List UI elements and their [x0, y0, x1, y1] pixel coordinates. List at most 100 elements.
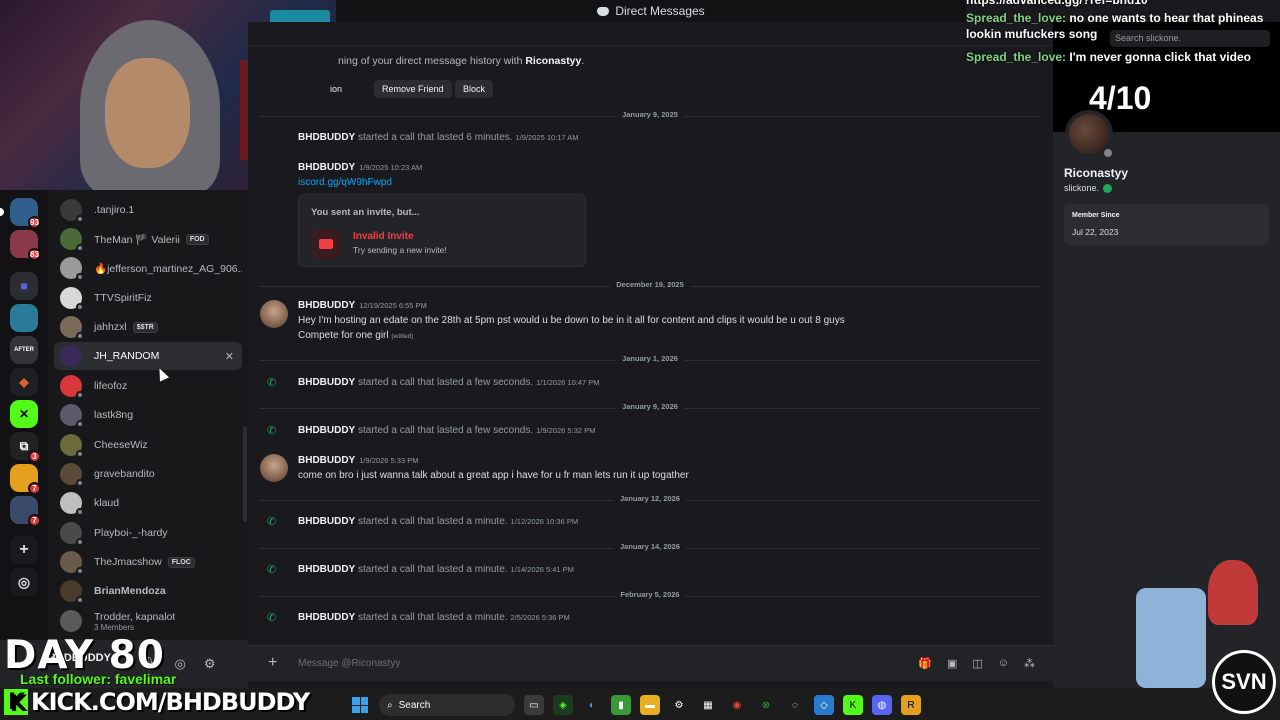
avatar — [60, 580, 84, 604]
taskbar-search[interactable]: ⌕ Search — [379, 694, 515, 716]
add-server-icon[interactable]: + — [10, 536, 38, 564]
dm-item[interactable]: lifeofoz — [54, 372, 242, 400]
mention-badge: 3 — [28, 450, 41, 463]
author-avatar[interactable] — [260, 454, 288, 482]
settings-icon[interactable]: ⚙ — [669, 695, 689, 715]
dm-scrollbar[interactable] — [243, 426, 247, 522]
date-divider: February 5, 2026 — [260, 590, 1040, 602]
server-rail: 93 83 ■ AFTER ◆ ✕ ⧉ 3 7 7 + ◎ — [0, 190, 48, 640]
profile-avatar[interactable] — [1065, 110, 1115, 160]
xbox-icon[interactable]: ⊗ — [756, 695, 776, 715]
avatar — [60, 404, 84, 428]
kick-logo-icon: K — [4, 689, 28, 715]
dm-name: JH_RANDOM — [94, 350, 160, 362]
rockstar-icon[interactable]: R — [901, 695, 921, 715]
dm-name: lifeofoz — [94, 380, 128, 392]
clan-tag: FOD — [185, 233, 209, 245]
add-friend-button[interactable]: ion — [328, 80, 344, 98]
dm-item-active[interactable]: JH_RANDOM ✕ — [54, 342, 242, 370]
remove-friend-button[interactable]: Remove Friend — [374, 80, 452, 98]
mention-badge: 7 — [28, 482, 41, 495]
app-icon[interactable]: ▮ — [611, 695, 631, 715]
server-folder-1[interactable]: 93 — [10, 198, 41, 229]
server-8[interactable]: ⧉ 3 — [10, 432, 41, 463]
dm-item[interactable]: TheMan 🏴 Valerii FOD — [54, 225, 242, 253]
dm-item[interactable]: CheeseWiz — [54, 431, 242, 459]
dm-item[interactable]: TTVSpiritFiz — [54, 284, 242, 312]
dm-item[interactable]: TheJmacshow FLOC — [54, 548, 242, 576]
profile-display-name: Riconastyy — [1064, 166, 1129, 180]
app-icon[interactable]: ◈ — [553, 695, 573, 715]
chrome-icon[interactable]: ◉ — [727, 695, 747, 715]
dm-item[interactable]: BrianMendoza — [54, 577, 242, 605]
avatar — [60, 199, 84, 223]
server-6[interactable]: ◆ — [10, 368, 38, 396]
invalid-invite-icon — [311, 229, 341, 259]
server-blue-icon[interactable]: ■ — [10, 272, 38, 300]
kick-icon[interactable]: K — [843, 695, 863, 715]
dm-item[interactable]: Playboi-_-hardy — [54, 519, 242, 547]
server-folder-2[interactable]: 83 — [10, 230, 41, 261]
call-message: BHDBUDDY started a call that lasted a fe… — [298, 377, 600, 388]
group-dm-item[interactable]: Trodder, kapnalot 3 Members — [54, 607, 242, 635]
server-9[interactable]: 7 — [10, 464, 41, 495]
kick-url: K KICK.COM/BHDBUDDY — [4, 688, 310, 716]
message-composer[interactable]: + Message @Riconastyy 🎁 ▣ ◫ ☺ ⁂ — [248, 645, 1053, 681]
dm-item[interactable]: gravebandito — [54, 460, 242, 488]
emoji-icon[interactable]: ☺ — [998, 657, 1009, 670]
date-divider: January 14, 2026 — [260, 542, 1040, 554]
dm-name: CheeseWiz — [94, 439, 148, 451]
windows-start-icon[interactable] — [350, 695, 370, 715]
profile-username: slickone. — [1064, 183, 1113, 193]
apps-icon[interactable]: ⁂ — [1024, 657, 1035, 670]
dm-name: jahhzxl — [94, 321, 127, 333]
attach-plus-icon[interactable]: + — [268, 654, 277, 672]
date-divider: January 9, 2025 — [260, 110, 1040, 122]
server-kick[interactable]: ✕ — [10, 400, 38, 428]
author-avatar[interactable] — [260, 300, 288, 328]
steam-icon[interactable]: ◌ — [785, 695, 805, 715]
server-folder-3[interactable]: 7 — [10, 496, 41, 527]
dm-item[interactable]: lastk8ng — [54, 401, 242, 429]
app-icon[interactable]: ◇ — [814, 695, 834, 715]
group-avatar — [60, 610, 82, 632]
edge-icon[interactable]: ◐ — [582, 695, 602, 715]
search-icon: ⌕ — [387, 699, 393, 711]
message: BHDBUDDY 1/9/2026 5:33 PM come on bro i j… — [298, 455, 689, 481]
settings-gear-icon[interactable]: ⚙ — [204, 656, 216, 672]
gif-icon[interactable]: ▣ — [947, 657, 957, 670]
member-since-card: Member Since Jul 22, 2023 — [1064, 204, 1269, 245]
server-4[interactable] — [10, 304, 38, 332]
dm-item[interactable]: jahhzxl $$TR — [54, 313, 242, 341]
window-titlebar: Direct Messages — [336, 0, 966, 22]
discord-taskbar-icon[interactable]: ◍ — [872, 695, 892, 715]
mention-badge: 7 — [28, 514, 41, 527]
dm-name: TTVSpiritFiz — [94, 292, 152, 304]
sticker-icon[interactable]: ◫ — [972, 657, 982, 670]
invite-link[interactable]: iscord.gg/qW9hFwpd — [298, 177, 392, 188]
file-explorer-icon[interactable]: ▬ — [640, 695, 660, 715]
close-dm-icon[interactable]: ✕ — [225, 350, 234, 363]
dm-name: gravebandito — [94, 468, 155, 480]
task-view-icon[interactable]: ▭ — [524, 695, 544, 715]
server-5[interactable]: AFTER — [10, 336, 38, 364]
dm-name: klaud — [94, 497, 120, 509]
call-icon: ✆ — [267, 425, 277, 437]
chopper-sticker — [1208, 560, 1258, 625]
block-button[interactable]: Block — [455, 80, 494, 98]
message-input[interactable]: Message @Riconastyy — [298, 658, 400, 669]
search-input[interactable]: Search slickone. — [1110, 30, 1270, 47]
date-divider: January 12, 2026 — [260, 494, 1040, 506]
badge-icon — [1103, 183, 1113, 193]
streamer-face — [105, 58, 190, 168]
call-icon: ✆ — [267, 377, 277, 389]
store-icon[interactable]: ▦ — [698, 695, 718, 715]
clan-tag: FLOC — [167, 556, 195, 568]
dm-item[interactable]: 🔥jefferson_martinez_AG_906... — [54, 254, 242, 282]
gift-icon[interactable]: 🎁 — [918, 657, 932, 670]
avatar — [60, 434, 84, 458]
headphones-icon[interactable]: ◎ — [175, 656, 186, 672]
dm-item[interactable]: klaud — [54, 489, 242, 517]
dm-item[interactable]: .tanjiro.1 — [54, 196, 242, 224]
discover-icon[interactable]: ◎ — [10, 568, 38, 596]
